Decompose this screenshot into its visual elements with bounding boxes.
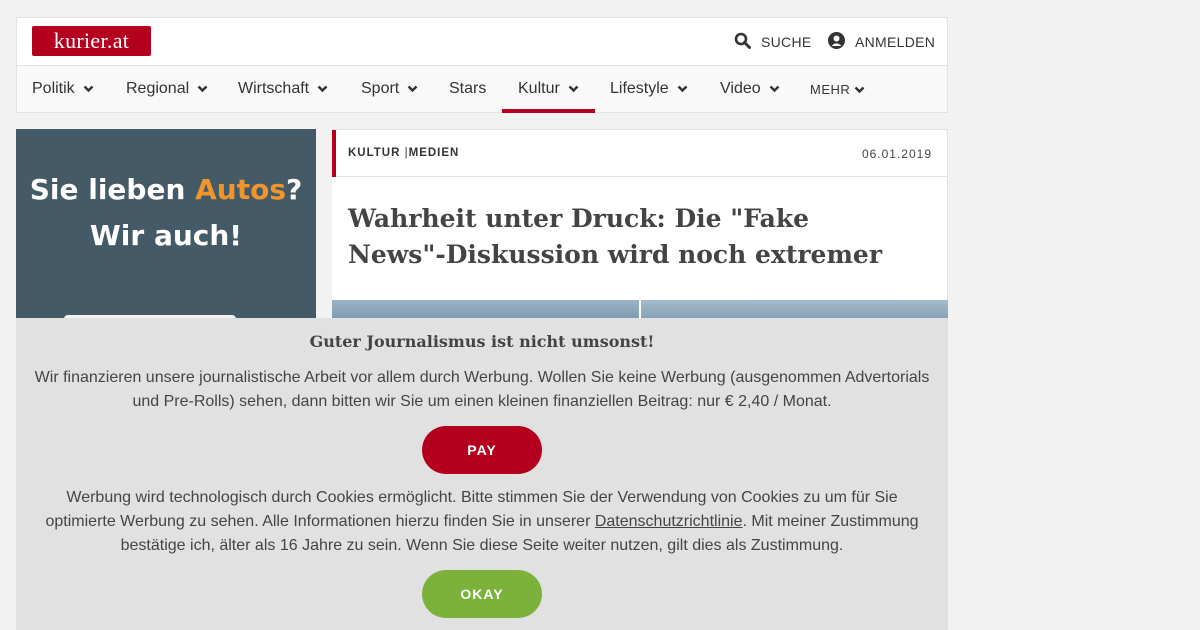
nav-item-sport[interactable]: Sport [361, 66, 418, 112]
article-headline[interactable]: Wahrheit unter Druck: Die "Fake News"-Di… [348, 201, 908, 273]
nav-item-label: Video [720, 80, 761, 97]
overlay-title: Guter Journalismus ist nicht umsonst! [309, 332, 655, 351]
search-button[interactable]: SUCHE [734, 18, 812, 66]
nav-item-regional[interactable]: Regional [126, 66, 208, 112]
chevron-down-icon [83, 80, 94, 98]
consent-overlay: Guter Journalismus ist nicht umsonst! Wi… [16, 318, 948, 630]
nav-item-video[interactable]: Video [720, 66, 780, 112]
chevron-down-icon [677, 80, 688, 98]
overlay-cookie-text: Werbung wird technologisch durch Cookies… [34, 486, 930, 558]
article-date: 06.01.2019 [861, 147, 932, 161]
ad-banner[interactable]: Sie lieben Autos? Wir auch! [16, 129, 316, 329]
search-icon [734, 32, 761, 52]
nav-item-label: Regional [126, 80, 190, 97]
chevron-down-icon [197, 80, 208, 98]
user-icon [828, 32, 855, 52]
login-button[interactable]: ANMELDEN [828, 18, 935, 66]
nav-item-label: Politik [32, 80, 75, 97]
site-header: kurier.at SUCHE ANMELDEN [16, 17, 948, 66]
chevron-down-icon [407, 80, 418, 98]
privacy-policy-link[interactable]: Datenschutzrichtlinie [595, 513, 743, 530]
pay-button[interactable]: PAY [422, 426, 542, 474]
kicker-section[interactable]: KULTUR [348, 147, 400, 159]
section-accent-bar [332, 130, 336, 177]
article-meta: KULTUR |MEDIEN 06.01.2019 [332, 130, 947, 177]
nav-item-label: Sport [361, 80, 400, 97]
nav-item-label: MEHR [810, 81, 851, 97]
ad-text: ? [286, 173, 303, 206]
article-kicker: KULTUR |MEDIEN [348, 147, 459, 159]
ad-text: Sie lieben [29, 173, 196, 206]
nav-item-label: Lifestyle [610, 80, 669, 97]
main-nav: Politik Regional Wirtschaft Sport Stars … [16, 65, 948, 113]
chevron-down-icon [769, 80, 780, 98]
login-label: ANMELDEN [855, 34, 936, 50]
chevron-down-icon [854, 82, 865, 97]
nav-item-lifestyle[interactable]: Lifestyle [610, 66, 688, 112]
nav-item-politik[interactable]: Politik [32, 66, 94, 112]
nav-item-stars[interactable]: Stars [449, 66, 486, 112]
nav-item-label: Kultur [518, 80, 560, 97]
overlay-paywall-text: Wir finanzieren unsere journalistische A… [34, 369, 930, 410]
kicker-subsection[interactable]: MEDIEN [409, 147, 460, 159]
nav-item-mehr[interactable]: MEHR [810, 66, 865, 112]
ad-highlight-text: Autos [195, 173, 287, 206]
ad-headline-line1: Sie lieben Autos? [16, 167, 316, 213]
nav-item-label: Stars [449, 80, 487, 97]
chevron-down-icon [568, 80, 579, 98]
chevron-down-icon [317, 80, 328, 98]
site-logo[interactable]: kurier.at [32, 26, 151, 56]
nav-item-label: Wirtschaft [238, 80, 310, 97]
article-teaser[interactable]: KULTUR |MEDIEN 06.01.2019 Wahrheit unter… [332, 129, 948, 330]
search-label: SUCHE [761, 34, 812, 50]
okay-button[interactable]: OKAY [422, 570, 542, 618]
ad-headline-line2: Wir auch! [89, 219, 243, 252]
nav-item-kultur[interactable]: Kultur [502, 66, 595, 113]
nav-item-wirtschaft[interactable]: Wirtschaft [238, 66, 328, 112]
